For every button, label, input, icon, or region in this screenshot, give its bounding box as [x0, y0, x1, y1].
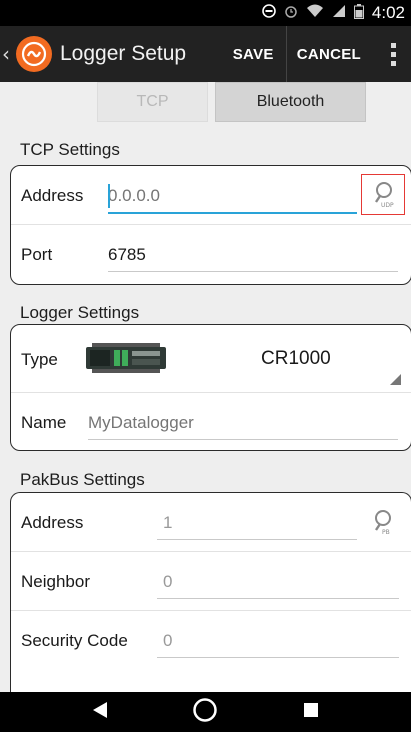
- pakbus-security-row: Security Code 0: [11, 611, 411, 670]
- status-bar: 4:02: [0, 0, 411, 26]
- app-bar: ‹ Logger Setup SAVE CANCEL: [0, 26, 411, 82]
- pakbus-address-row: Address 1 PB: [11, 493, 411, 552]
- tab-bluetooth-label: Bluetooth: [215, 82, 366, 122]
- tcp-port-label: Port: [21, 245, 53, 264]
- pakbus-security-label: Security Code: [21, 631, 128, 650]
- logger-name-row: Name: [11, 393, 411, 450]
- logger-settings-header: Logger Settings: [20, 303, 140, 322]
- pakbus-settings-header: PakBus Settings: [20, 470, 145, 489]
- nav-home-icon[interactable]: [192, 697, 218, 727]
- tcp-address-row: Address UDP: [11, 166, 411, 225]
- status-time: 4:02: [371, 3, 405, 22]
- tcp-address-underline: [108, 212, 357, 214]
- battery-icon: [353, 3, 364, 23]
- tab-bluetooth[interactable]: Bluetooth: [215, 82, 366, 122]
- overflow-menu-icon[interactable]: [375, 26, 411, 82]
- logger-type-value: CR1000: [261, 348, 331, 369]
- logger-name-underline: [88, 439, 398, 440]
- logger-type-select[interactable]: CR1000: [81, 325, 411, 393]
- pakbus-settings-card: Address 1 PB Neighbor 0 Security Code 0: [10, 492, 411, 692]
- pb-label: PB: [382, 529, 390, 536]
- logger-name-input[interactable]: [88, 409, 388, 437]
- nav-recents-icon[interactable]: [303, 702, 319, 722]
- dropdown-arrow-icon: [390, 374, 401, 385]
- pakbus-security-input[interactable]: 0: [163, 631, 172, 651]
- pakbus-neighbor-input[interactable]: 0: [163, 572, 172, 592]
- pakbus-search-button[interactable]: PB: [369, 509, 397, 537]
- tcp-address-label: Address: [21, 186, 84, 205]
- appbar-divider: [285, 26, 287, 82]
- alarm-icon: [284, 4, 298, 22]
- tab-tcp[interactable]: TCP: [97, 82, 208, 122]
- tab-tcp-label: TCP: [97, 82, 208, 122]
- pakbus-neighbor-row: Neighbor 0: [11, 552, 411, 611]
- nav-back-icon[interactable]: [92, 701, 108, 723]
- pakbus-address-underline: [157, 539, 357, 540]
- logger-settings-card: Type CR1000 Name: [10, 324, 411, 451]
- navigation-bar: [0, 692, 411, 732]
- tcp-port-input[interactable]: 6785: [108, 245, 146, 265]
- udp-search-icon: UDP: [375, 181, 394, 209]
- tcp-port-row: Port 6785: [11, 225, 411, 284]
- back-chevron-icon[interactable]: ‹: [2, 42, 16, 66]
- udp-search-button[interactable]: UDP: [361, 174, 405, 215]
- text-cursor: [108, 184, 110, 208]
- udp-label: UDP: [381, 202, 394, 209]
- app-logo-icon[interactable]: [16, 36, 52, 72]
- tcp-settings-card: Address UDP Port 6785: [10, 165, 411, 285]
- cancel-button[interactable]: CANCEL: [297, 46, 361, 63]
- tcp-settings-header: TCP Settings: [20, 140, 120, 159]
- wifi-icon: [306, 4, 324, 22]
- do-not-disturb-icon: [262, 4, 276, 22]
- logger-type-label: Type: [21, 350, 58, 369]
- logger-name-label: Name: [21, 413, 67, 432]
- datalogger-device-icon: [86, 343, 166, 373]
- tcp-address-input[interactable]: [108, 182, 354, 210]
- pakbus-security-underline: [157, 657, 399, 658]
- logger-type-row: Type CR1000: [11, 325, 411, 393]
- tcp-port-underline: [108, 271, 398, 272]
- save-button[interactable]: SAVE: [233, 46, 274, 63]
- pakbus-neighbor-label: Neighbor: [21, 572, 90, 591]
- pakbus-address-input[interactable]: 1: [163, 513, 172, 533]
- page-title: Logger Setup: [60, 42, 187, 65]
- signal-icon: [332, 4, 346, 22]
- pakbus-neighbor-underline: [157, 598, 399, 599]
- pakbus-search-icon: PB: [375, 510, 391, 536]
- pakbus-address-label: Address: [21, 513, 84, 532]
